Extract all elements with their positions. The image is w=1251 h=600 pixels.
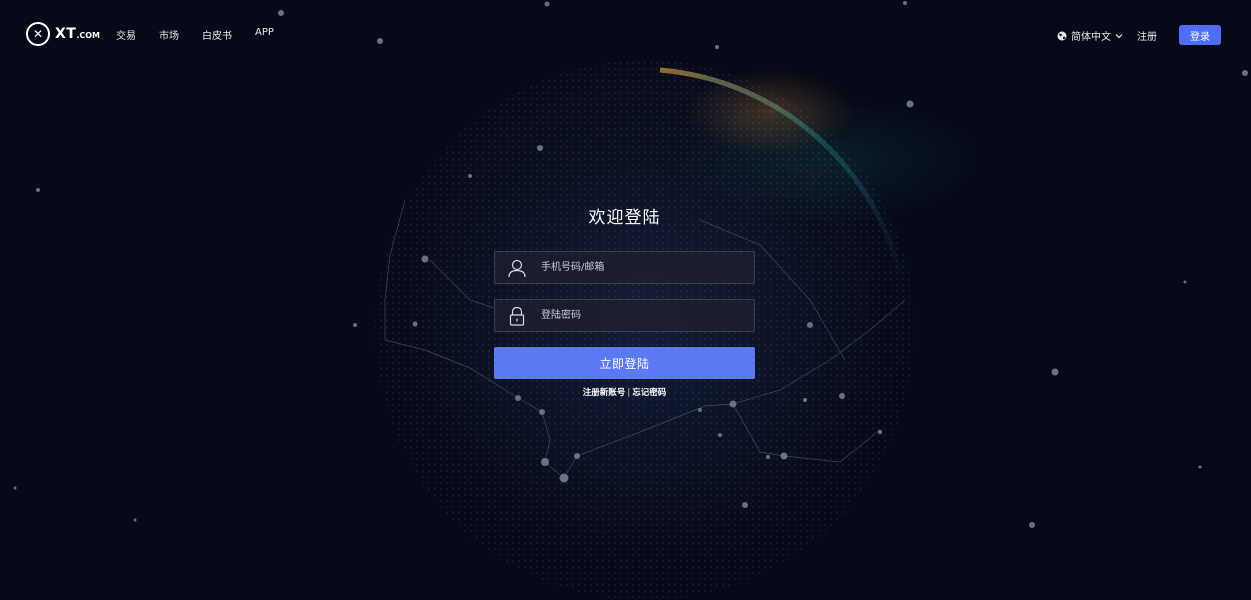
logo-suffix: .COM bbox=[76, 31, 101, 40]
account-field[interactable] bbox=[494, 251, 755, 284]
xt-logo-icon: ✕ bbox=[26, 22, 50, 46]
password-input[interactable] bbox=[537, 301, 754, 330]
nav-item-whitepaper[interactable]: 白皮书 bbox=[202, 27, 232, 42]
auth-links: 注册新账号 | 忘记密码 bbox=[494, 386, 755, 398]
account-input[interactable] bbox=[537, 253, 754, 282]
forgot-password-link[interactable]: 忘记密码 bbox=[632, 388, 666, 398]
logo-wordmark: XT.COM bbox=[55, 26, 100, 42]
chevron-down-icon bbox=[1115, 33, 1123, 38]
site-logo[interactable]: ✕ XT.COM bbox=[26, 22, 100, 46]
language-selector[interactable]: 简体中文 bbox=[1057, 28, 1127, 43]
register-new-account-link[interactable]: 注册新账号 bbox=[583, 388, 626, 398]
logo-text: XT bbox=[55, 26, 77, 42]
globe-icon bbox=[1057, 31, 1067, 40]
login-submit-button[interactable]: 立即登陆 bbox=[494, 347, 755, 379]
register-link[interactable]: 注册 bbox=[1137, 28, 1157, 43]
link-separator: | bbox=[627, 388, 631, 398]
lock-icon bbox=[497, 300, 537, 331]
nav-item-market[interactable]: 市场 bbox=[159, 27, 179, 42]
language-label: 简体中文 bbox=[1071, 32, 1111, 43]
password-field[interactable] bbox=[494, 299, 755, 332]
nav-item-trade[interactable]: 交易 bbox=[116, 27, 136, 42]
login-button[interactable]: 登录 bbox=[1179, 25, 1221, 45]
top-navigation-bar: ✕ XT.COM 交易 市场 白皮书 APP 简体中文 注册 登录 bbox=[0, 0, 1251, 68]
user-icon bbox=[497, 252, 537, 283]
login-title: 欢迎登陆 bbox=[588, 208, 661, 228]
nav-item-app[interactable]: APP bbox=[255, 27, 274, 38]
